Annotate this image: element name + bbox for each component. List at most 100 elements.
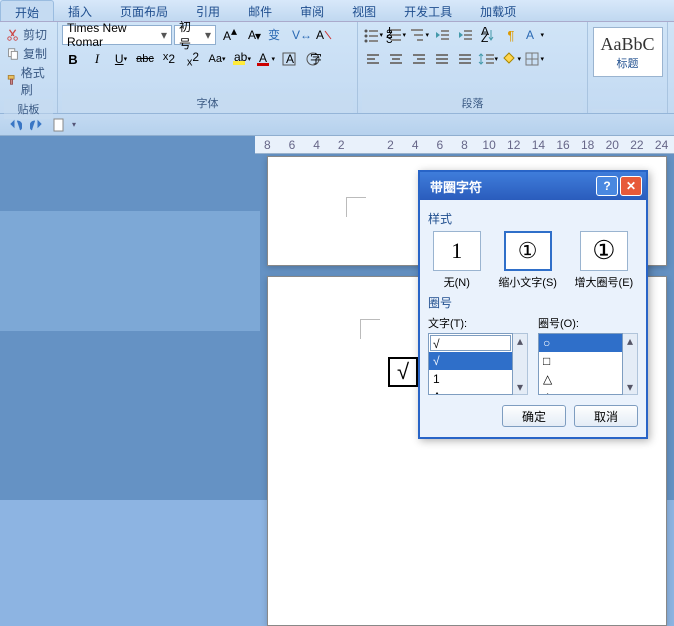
ok-button[interactable]: 确定: [502, 405, 566, 427]
font-group: Times New Romar▾ 初号▾ A▴ A▾ 变 V↔ A B I U▾…: [58, 22, 358, 113]
underline-button[interactable]: U▾: [110, 49, 132, 69]
highlight-button[interactable]: ab▾: [230, 49, 252, 69]
list-item[interactable]: A: [429, 388, 512, 395]
clipboard-group: 剪切 复制 格式刷 贴板: [0, 22, 58, 113]
grow-font-button[interactable]: A▴: [218, 25, 240, 45]
text-listbox[interactable]: √√1A: [428, 333, 513, 395]
paragraph-group: ▾ 123▾ ▾ AZ ¶ A▾ ▾ ▾ ▾ 段落: [358, 22, 588, 113]
tab-开发工具[interactable]: 开发工具: [390, 0, 466, 21]
numbering-button[interactable]: 123▾: [385, 25, 407, 45]
subscript-button[interactable]: x2: [158, 49, 180, 69]
enclosure-listbox[interactable]: ○□△◇: [538, 333, 623, 395]
text-effects-button[interactable]: Aa▾: [206, 49, 228, 69]
svg-text:A: A: [316, 28, 324, 42]
redo-button[interactable]: [28, 116, 46, 134]
font-name-combo[interactable]: Times New Romar▾: [62, 25, 172, 45]
sort-button[interactable]: AZ: [477, 25, 499, 45]
list-item[interactable]: 1: [429, 370, 512, 388]
list-item[interactable]: ◇: [539, 388, 622, 395]
list-item[interactable]: △: [539, 370, 622, 388]
italic-button[interactable]: I: [86, 49, 108, 69]
style-section-label: 样式: [428, 210, 638, 227]
style-option[interactable]: ①增大圈号(E): [575, 231, 634, 290]
style-heading-button[interactable]: AaBbC 标题: [593, 27, 663, 77]
cut-button[interactable]: 剪切: [4, 25, 53, 44]
svg-text:▴: ▴: [231, 27, 237, 38]
quick-access-toolbar: ▾: [0, 114, 674, 136]
text-col-label: 文字(T):: [428, 315, 528, 331]
bullets-button[interactable]: ▾: [362, 25, 384, 45]
enclosed-char-dialog: 带圈字符 ? ✕ 样式 1无(N) ①缩小文字(S) ①增大圈号(E) 圈号 文字(…: [418, 170, 648, 439]
enclosed-char-symbol: √: [388, 357, 418, 387]
cancel-button[interactable]: 取消: [574, 405, 638, 427]
tab-加载项[interactable]: 加载项: [466, 0, 530, 21]
style-option[interactable]: 1无(N): [433, 231, 481, 290]
decrease-indent-button[interactable]: [431, 25, 453, 45]
style-options: 1无(N) ①缩小文字(S) ①增大圈号(E): [428, 231, 638, 290]
svg-text:A: A: [286, 52, 294, 66]
text-input[interactable]: √: [430, 335, 511, 351]
align-right-button[interactable]: [408, 49, 430, 69]
line-spacing-button[interactable]: ▾: [477, 49, 499, 69]
svg-text:A: A: [223, 29, 231, 43]
enclosed-char-button[interactable]: 字: [302, 49, 324, 69]
paragraph-label: 段落: [362, 93, 583, 113]
distributed-button[interactable]: [454, 49, 476, 69]
svg-text:▾: ▾: [255, 29, 261, 43]
style-option[interactable]: ①缩小文字(S): [498, 231, 557, 290]
justify-button[interactable]: [431, 49, 453, 69]
font-label: 字体: [62, 93, 353, 113]
help-button[interactable]: ?: [596, 176, 618, 196]
new-doc-button[interactable]: [50, 116, 68, 134]
shrink-font-button[interactable]: A▾: [242, 25, 264, 45]
clear-formatting-button[interactable]: A: [314, 25, 336, 45]
enclosure-section-label: 圈号: [428, 294, 638, 311]
increase-indent-button[interactable]: [454, 25, 476, 45]
asian-layout-button[interactable]: A▾: [523, 25, 545, 45]
tab-插入[interactable]: 插入: [54, 0, 106, 21]
ribbon-tabs: 开始插入页面布局引用邮件审阅视图开发工具加载项: [0, 0, 674, 22]
align-center-button[interactable]: [385, 49, 407, 69]
scrollbar[interactable]: ▴▾: [513, 333, 528, 395]
shading-button[interactable]: ▾: [500, 49, 522, 69]
svg-text:字: 字: [310, 51, 321, 66]
phonetic-guide-button[interactable]: V↔: [290, 25, 312, 45]
svg-text:变: 变: [268, 27, 280, 42]
multilevel-list-button[interactable]: ▾: [408, 25, 430, 45]
bold-button[interactable]: B: [62, 49, 84, 69]
styles-group: AaBbC 标题: [588, 22, 668, 113]
format-painter-button[interactable]: 格式刷: [4, 63, 53, 99]
change-case-button[interactable]: 变: [266, 25, 288, 45]
tab-视图[interactable]: 视图: [338, 0, 390, 21]
tab-审阅[interactable]: 审阅: [286, 0, 338, 21]
align-left-button[interactable]: [362, 49, 384, 69]
horizontal-ruler[interactable]: 864224681012141618202224: [255, 136, 674, 154]
superscript-button[interactable]: x2: [182, 49, 204, 69]
copy-button[interactable]: 复制: [4, 44, 53, 63]
font-color-button[interactable]: A▾: [254, 49, 276, 69]
scrollbar[interactable]: ▴▾: [623, 333, 638, 395]
enclosure-col-label: 圈号(O):: [538, 315, 638, 331]
show-marks-button[interactable]: ¶: [500, 25, 522, 45]
styles-label: [592, 109, 663, 113]
list-item[interactable]: ○: [539, 334, 622, 352]
dialog-titlebar[interactable]: 带圈字符 ? ✕: [420, 172, 646, 200]
strikethrough-button[interactable]: abc: [134, 49, 156, 69]
ribbon: 剪切 复制 格式刷 贴板 Times New Romar▾ 初号▾ A▴ A▾ …: [0, 22, 674, 114]
tab-页面布局[interactable]: 页面布局: [106, 0, 182, 21]
close-button[interactable]: ✕: [620, 176, 642, 196]
tab-邮件[interactable]: 邮件: [234, 0, 286, 21]
undo-button[interactable]: [6, 116, 24, 134]
svg-text:Z: Z: [481, 31, 488, 43]
font-size-combo[interactable]: 初号▾: [174, 25, 216, 45]
svg-text:3: 3: [386, 32, 393, 43]
tab-开始[interactable]: 开始: [0, 0, 54, 21]
svg-text:ab: ab: [234, 51, 247, 64]
svg-text:A: A: [526, 28, 534, 42]
svg-text:V↔: V↔: [292, 28, 311, 42]
char-border-button[interactable]: A: [278, 49, 300, 69]
borders-button[interactable]: ▾: [523, 49, 545, 69]
dialog-title: 带圈字符: [424, 177, 482, 196]
list-item[interactable]: □: [539, 352, 622, 370]
list-item[interactable]: √: [429, 352, 512, 370]
